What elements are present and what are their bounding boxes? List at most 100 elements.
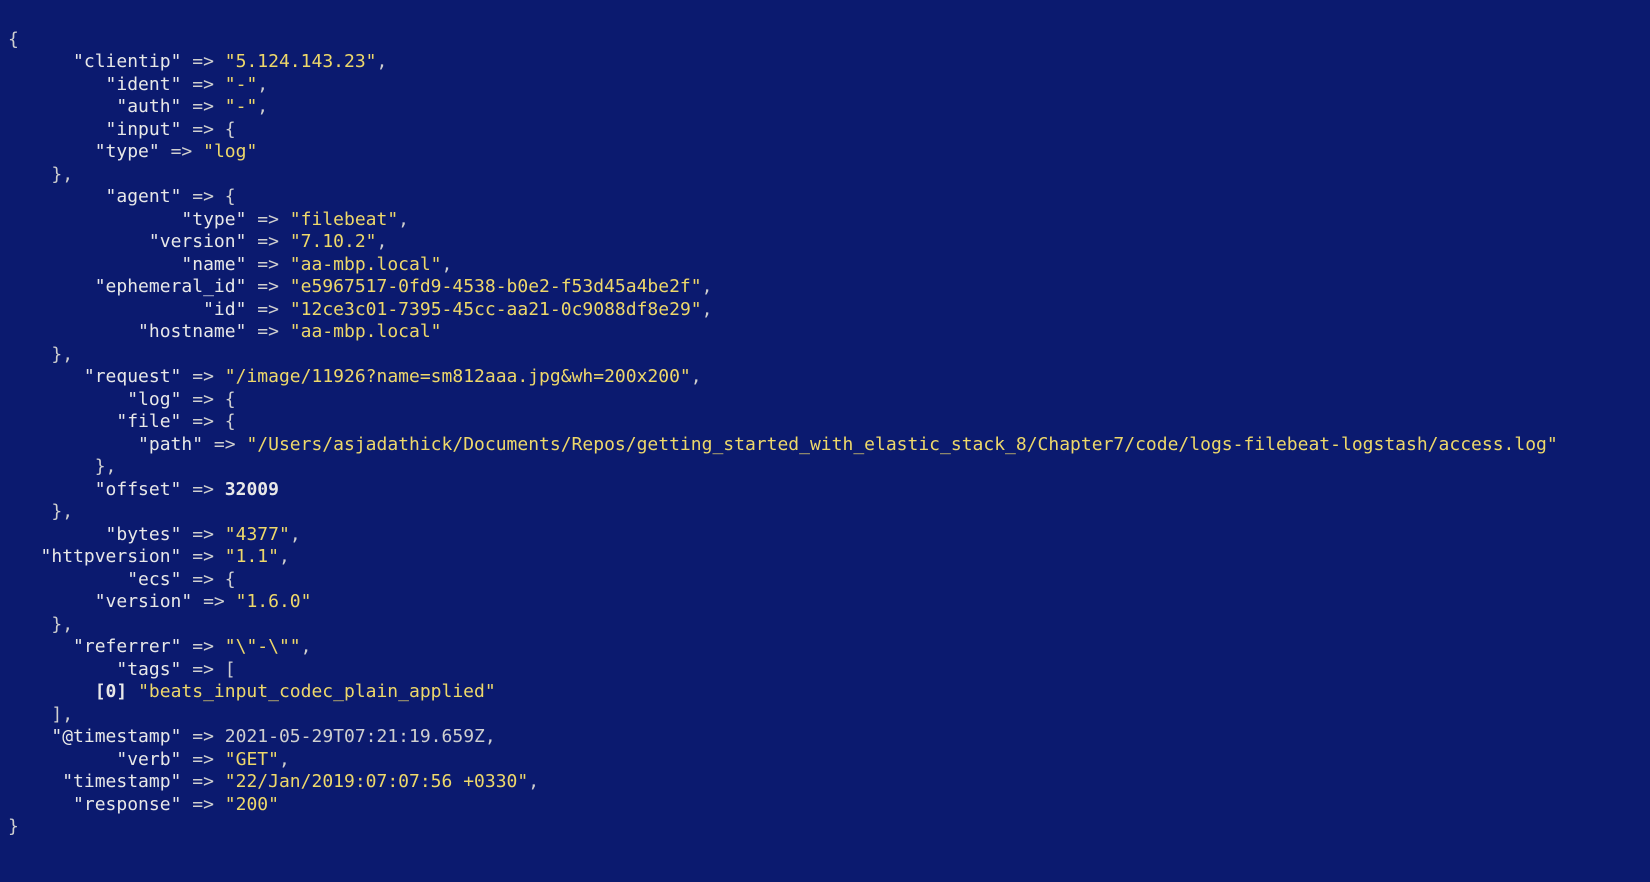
comma: , [398,209,409,230]
value-auth: "-" [225,96,258,117]
key-hostname: "hostname" [138,321,246,342]
arrow: => [192,119,214,140]
brace: } [51,614,62,635]
key-type: "type" [95,141,160,162]
key-agent: "agent" [106,186,182,207]
comma: , [691,366,702,387]
comma: , [702,299,713,320]
arrow: => [257,231,279,252]
value-agent-version: "7.10.2" [290,231,377,252]
arrow: => [214,434,236,455]
brace: { [225,411,236,432]
key-auth: "auth" [116,96,181,117]
arrow: => [257,276,279,297]
arrow: => [192,524,214,545]
arrow: => [203,591,225,612]
comma: , [62,164,73,185]
value-httpversion: "1.1" [225,546,279,567]
arrow: => [257,254,279,275]
comma: , [62,704,73,725]
arrow: => [257,299,279,320]
bracket: [ [225,659,236,680]
brace: { [225,389,236,410]
comma: , [290,524,301,545]
arrow: => [192,479,214,500]
arrow: => [192,659,214,680]
value-response: "200" [225,794,279,815]
key-id: "id" [203,299,246,320]
value-agent-name: "aa-mbp.local" [290,254,442,275]
comma: , [106,456,117,477]
value-tags-0: "beats_input_codec_plain_applied" [138,681,496,702]
comma: , [62,344,73,365]
brace: { [8,29,19,50]
value-agent-type: "filebeat" [290,209,398,230]
key-at-timestamp: "@timestamp" [51,726,181,747]
arrow: => [171,141,193,162]
comma: , [62,501,73,522]
comma: , [485,726,496,747]
key-log: "log" [127,389,181,410]
arrow: => [192,389,214,410]
key-ident: "ident" [106,74,182,95]
comma: , [442,254,453,275]
value-ident: "-" [225,74,258,95]
key-bytes: "bytes" [106,524,182,545]
brace: { [225,119,236,140]
value-agent-ephemeral-id: "e5967517-0fd9-4538-b0e2-f53d45a4be2f" [290,276,702,297]
bracket: ] [51,704,62,725]
key-httpversion: "httpversion" [41,546,182,567]
value-request: "/image/11926?name=sm812aaa.jpg&wh=200x2… [225,366,691,387]
arrow: => [192,51,214,72]
key-clientip: "clientip" [73,51,181,72]
key-name: "name" [181,254,246,275]
brace: { [225,569,236,590]
arrow: => [192,636,214,657]
value-verb: "GET" [225,749,279,770]
comma: , [377,231,388,252]
comma: , [702,276,713,297]
key-timestamp: "timestamp" [62,771,181,792]
brace: } [51,164,62,185]
arrow: => [192,74,214,95]
key-path: "path" [138,434,203,455]
tags-index: [0] [95,681,128,702]
key-ecs: "ecs" [127,569,181,590]
arrow: => [192,794,214,815]
comma: , [279,749,290,770]
value-ecs-version: "1.6.0" [236,591,312,612]
brace: } [8,816,19,837]
key-response: "response" [73,794,181,815]
comma: , [301,636,312,657]
key-offset: "offset" [95,479,182,500]
key-version: "version" [149,231,247,252]
code-block: { "clientip" => "5.124.143.23", "ident" … [0,0,1650,849]
brace: } [51,501,62,522]
brace: } [95,456,106,477]
key-type: "type" [181,209,246,230]
value-agent-hostname: "aa-mbp.local" [290,321,442,342]
brace: { [225,186,236,207]
arrow: => [192,411,214,432]
value-referrer: "\"-\"" [225,636,301,657]
arrow: => [192,96,214,117]
arrow: => [192,726,214,747]
comma: , [528,771,539,792]
comma: , [257,96,268,117]
key-tags: "tags" [116,659,181,680]
value-bytes: "4377" [225,524,290,545]
arrow: => [192,569,214,590]
key-referrer: "referrer" [73,636,181,657]
key-request: "request" [84,366,182,387]
value-clientip: "5.124.143.23" [225,51,377,72]
key-verb: "verb" [116,749,181,770]
comma: , [62,614,73,635]
comma: , [377,51,388,72]
key-input: "input" [106,119,182,140]
value-input-type: "log" [203,141,257,162]
value-log-file-path: "/Users/asjadathick/Documents/Repos/gett… [246,434,1557,455]
arrow: => [257,321,279,342]
comma: , [257,74,268,95]
arrow: => [257,209,279,230]
arrow: => [192,186,214,207]
